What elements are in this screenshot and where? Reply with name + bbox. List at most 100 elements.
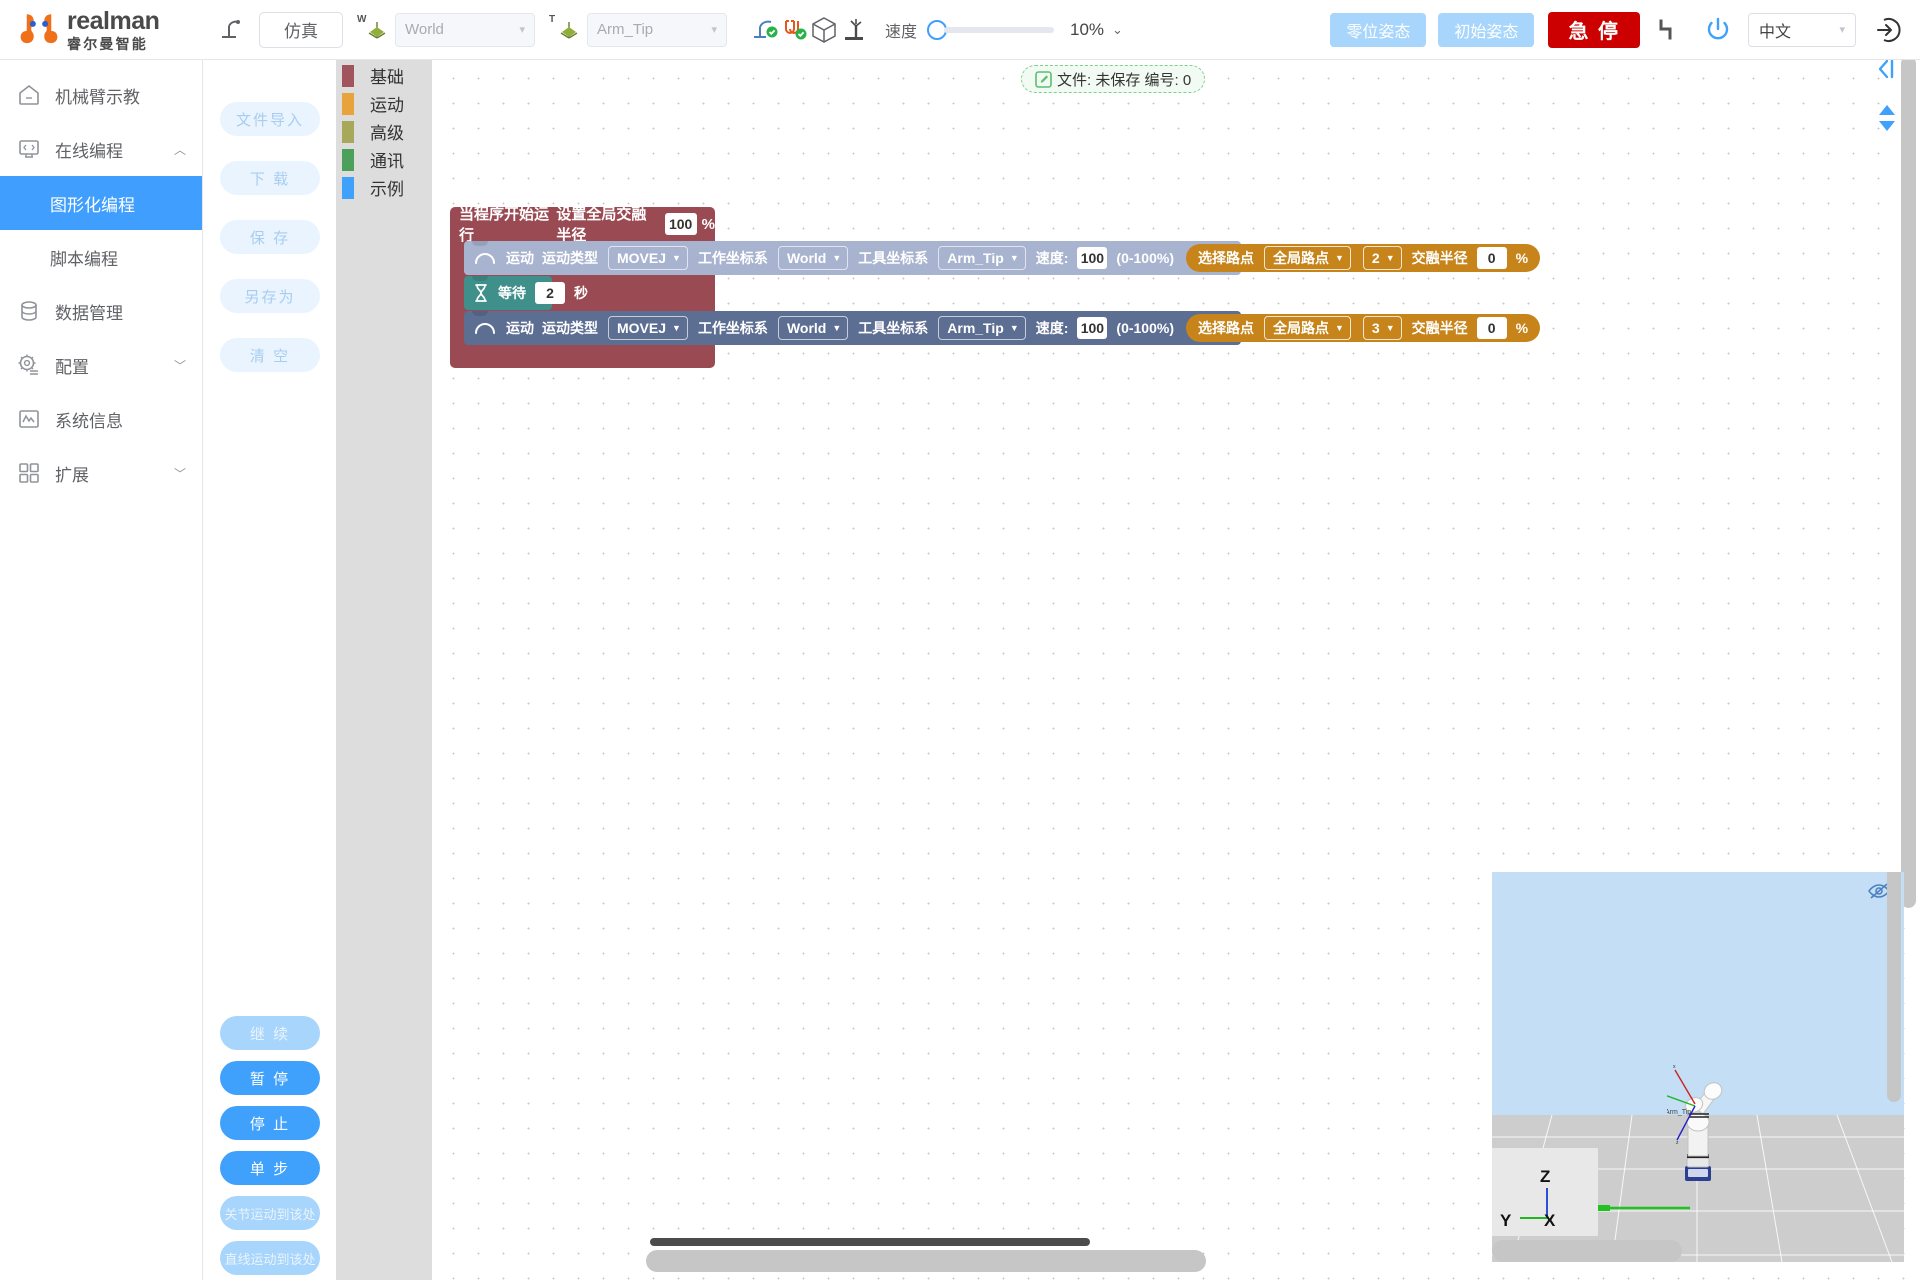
tool-frame-select[interactable]: Arm_Tip ▼ <box>938 246 1025 270</box>
canvas-vertical-nav[interactable] <box>1876 103 1898 133</box>
speed-slider-track[interactable] <box>944 27 1054 33</box>
init-pose-button[interactable]: 初始姿态 <box>1438 13 1534 47</box>
sidebar-item-label: 机械臂示教 <box>55 83 140 108</box>
clear-button[interactable]: 清 空 <box>220 338 320 372</box>
drag-teach-icon[interactable] <box>1652 12 1688 48</box>
sidebar-item-system-info[interactable]: 系统信息 <box>0 392 202 446</box>
cube-icon[interactable] <box>809 15 839 45</box>
motion-block[interactable]: 运动 运动类型 MOVEJ ▼ 工作坐标系 World ▼ 工具坐标系 Arm_… <box>464 311 1241 345</box>
emergency-stop-button[interactable]: 急 停 <box>1548 12 1640 48</box>
teach-pendant-icon[interactable] <box>215 15 245 45</box>
chevron-down-icon[interactable]: ⌄ <box>1112 22 1123 38</box>
blend-radius-label: 交融半径 <box>1412 318 1468 338</box>
chevron-down-icon[interactable] <box>1876 119 1898 133</box>
power-icon[interactable] <box>1700 12 1736 48</box>
waypoint-index-select[interactable]: 2 ▼ <box>1363 246 1402 270</box>
waypoint-source-value: 全局路点 <box>1273 318 1329 338</box>
page-horizontal-scrollbar[interactable] <box>336 1250 1914 1272</box>
waypoint-index-select[interactable]: 3 ▼ <box>1363 316 1402 340</box>
motion-type-select[interactable]: MOVEJ ▼ <box>608 246 688 270</box>
blend-radius-input[interactable]: 0 <box>1477 247 1507 269</box>
motion-type-select[interactable]: MOVEJ ▼ <box>608 316 688 340</box>
chevron-down-icon: ▼ <box>1386 253 1395 263</box>
chevron-down-icon: ▼ <box>1335 323 1344 333</box>
sidebar-item-data-management[interactable]: 数据管理 <box>0 284 202 338</box>
single-step-button[interactable]: 单 步 <box>220 1151 320 1185</box>
zero-pose-button[interactable]: 零位姿态 <box>1330 13 1426 47</box>
language-select[interactable]: 中文 ▾ <box>1748 13 1856 47</box>
grid-icon <box>14 460 44 486</box>
tool-frame-select[interactable]: Arm_Tip ▼ <box>938 316 1025 340</box>
continue-button[interactable]: 继 续 <box>220 1016 320 1050</box>
canvas-vertical-scrollbar[interactable] <box>1901 56 1916 908</box>
motion-block[interactable]: 运动 运动类型 MOVEJ ▼ 工作坐标系 World ▼ 工具坐标系 Arm_… <box>464 241 1241 275</box>
save-button[interactable]: 保 存 <box>220 220 320 254</box>
block-category-strip: 基础 运动 高级 通讯 示例 <box>336 60 432 1280</box>
waypoint-source-select[interactable]: 全局路点 ▼ <box>1264 316 1351 340</box>
logout-icon[interactable] <box>1868 12 1904 48</box>
stop-button[interactable]: 停 止 <box>220 1106 320 1140</box>
collapse-panel-icon[interactable] <box>1876 58 1898 85</box>
global-blend-input[interactable]: 100 <box>665 213 697 235</box>
download-button[interactable]: 下 载 <box>220 161 320 195</box>
robot-connected-icon[interactable] <box>749 15 779 45</box>
work-frame-select[interactable]: World ▼ <box>778 316 848 340</box>
motion-type-value: MOVEJ <box>617 320 666 336</box>
program-start-block[interactable]: 当程序开始运行 设置全局交融半径 100 % <box>450 207 715 241</box>
speed-input[interactable]: 100 <box>1077 317 1107 339</box>
block-notch <box>472 276 488 281</box>
category-example[interactable]: 示例 <box>370 175 404 200</box>
linear-move-here-button[interactable]: 直线运动到该处 <box>220 1241 320 1275</box>
category-advanced[interactable]: 高级 <box>370 119 404 144</box>
blend-radius-input[interactable]: 0 <box>1477 317 1507 339</box>
blend-radius-unit: % <box>1516 250 1528 266</box>
canvas-inner-horizontal-scrollbar[interactable] <box>650 1238 1090 1246</box>
work-frame-select[interactable]: World ▾ <box>395 13 535 47</box>
viewport-vertical-scrollbar[interactable] <box>1887 872 1901 1102</box>
file-status-text: 文件: 未保存 编号: 0 <box>1057 69 1191 90</box>
pause-button[interactable]: 暂 停 <box>220 1061 320 1095</box>
robot-3d-viewport[interactable]: x y z Arm_Tip Z X Y <box>1492 872 1904 1262</box>
wait-block[interactable]: 等待 2 秒 <box>464 276 552 310</box>
speed-input[interactable]: 100 <box>1077 247 1107 269</box>
file-import-button[interactable]: 文件导入 <box>220 102 320 136</box>
program-root-block[interactable]: 当程序开始运行 设置全局交融半径 100 % 运动 运动类型 MOVEJ ▼ 工… <box>450 207 715 368</box>
hourglass-icon <box>473 283 489 303</box>
save-as-button[interactable]: 另存为 <box>220 279 320 313</box>
svg-text:x: x <box>1673 1064 1676 1070</box>
waypoint-index-value: 3 <box>1372 320 1380 336</box>
sidebar-item-online-programming[interactable]: 在线编程 ︿ <box>0 122 202 176</box>
motion-block-name: 运动 <box>506 318 534 338</box>
sidebar-item-configuration[interactable]: 配置 ﹀ <box>0 338 202 392</box>
waypoint-group: 选择路点 全局路点 ▼ 2 ▼ 交融半径 0 % <box>1186 244 1540 272</box>
collision-icon[interactable] <box>839 15 869 45</box>
sidebar-item-label: 图形化编程 <box>50 191 135 216</box>
sidebar-item-teach[interactable]: 机械臂示教 <box>0 68 202 122</box>
database-icon <box>14 298 44 324</box>
pick-waypoint-label: 选择路点 <box>1198 318 1254 338</box>
category-communication[interactable]: 通讯 <box>370 147 404 172</box>
work-frame-select[interactable]: World ▼ <box>778 246 848 270</box>
io-connected-icon[interactable] <box>779 15 809 45</box>
joint-move-here-button[interactable]: 关节运动到该处 <box>220 1196 320 1230</box>
sidebar-item-graphic-programming[interactable]: 图形化编程 <box>0 176 202 230</box>
tool-frame-select[interactable]: Arm_Tip ▾ <box>587 13 727 47</box>
category-color-chip <box>342 93 354 115</box>
category-motion[interactable]: 运动 <box>370 91 404 116</box>
waypoint-index-value: 2 <box>1372 250 1380 266</box>
chevron-down-icon: ▼ <box>832 323 841 333</box>
wait-seconds-input[interactable]: 2 <box>535 282 565 304</box>
sidebar-item-script-programming[interactable]: 脚本编程 <box>0 230 202 284</box>
speed-slider[interactable] <box>927 20 1054 40</box>
simulation-button[interactable]: 仿真 <box>259 12 343 48</box>
home-icon <box>14 82 44 108</box>
waypoint-source-select[interactable]: 全局路点 ▼ <box>1264 246 1351 270</box>
category-basic[interactable]: 基础 <box>370 63 404 88</box>
chart-icon <box>14 406 44 432</box>
sidebar-item-extensions[interactable]: 扩展 ﹀ <box>0 446 202 500</box>
chevron-down-icon: ▼ <box>1010 323 1019 333</box>
page-horizontal-scroll-thumb[interactable] <box>646 1250 1206 1272</box>
chevron-up-icon[interactable] <box>1876 103 1898 117</box>
tool-frame-label: 工具坐标系 <box>858 248 928 268</box>
global-blend-unit: % <box>702 216 715 233</box>
